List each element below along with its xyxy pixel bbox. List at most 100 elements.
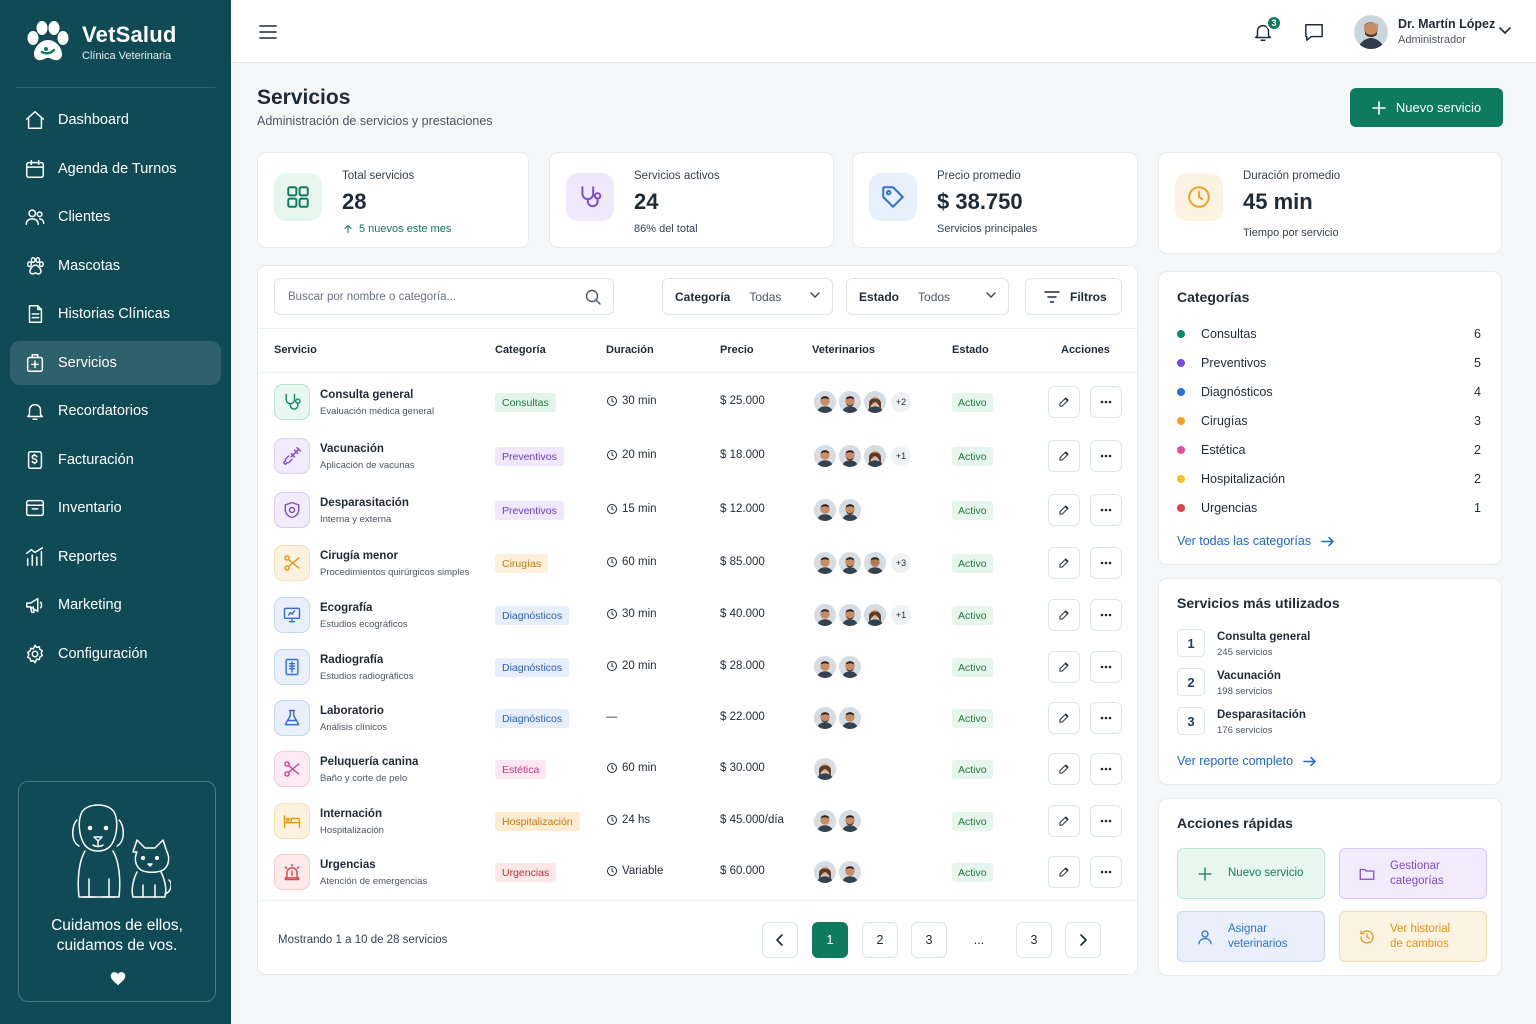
new-service-button[interactable]: Nuevo servicio bbox=[1350, 88, 1503, 127]
search-input[interactable]: Buscar por nombre o categoría... bbox=[274, 278, 614, 315]
page-button[interactable]: 1 bbox=[812, 922, 848, 958]
status-badge: Activo bbox=[952, 447, 993, 466]
message-icon[interactable] bbox=[1303, 22, 1325, 42]
status-badge: Activo bbox=[952, 554, 993, 573]
more-options-button[interactable] bbox=[1090, 599, 1122, 631]
table-row[interactable]: Laboratorio Análisis clínicos Diagnóstic… bbox=[258, 692, 1137, 744]
edit-button[interactable] bbox=[1048, 386, 1080, 418]
sidebar-item-configuracion[interactable]: Configuración bbox=[10, 632, 221, 676]
quick-action-button[interactable]: Ver historial de cambios bbox=[1339, 911, 1487, 962]
user-avatar[interactable] bbox=[1354, 15, 1388, 49]
more-options-button[interactable] bbox=[1090, 440, 1122, 472]
edit-button[interactable] bbox=[1048, 440, 1080, 472]
edit-button[interactable] bbox=[1048, 856, 1080, 888]
stat-icon-box bbox=[274, 173, 322, 221]
tag-icon bbox=[882, 186, 904, 208]
divider bbox=[258, 900, 1137, 901]
page-button[interactable]: 3 bbox=[1016, 922, 1052, 958]
table-row[interactable]: Radiografía Estudios radiográficos Diagn… bbox=[258, 641, 1137, 693]
user-name: Dr. Martín López bbox=[1398, 17, 1496, 31]
sidebar-item-recordatorios[interactable]: Recordatorios bbox=[10, 389, 221, 433]
next-page-button[interactable] bbox=[1065, 922, 1101, 958]
page-title: Servicios bbox=[257, 86, 351, 109]
more-options-button[interactable] bbox=[1090, 386, 1122, 418]
edit-button[interactable] bbox=[1048, 702, 1080, 734]
sidebar-item-marketing[interactable]: Marketing bbox=[10, 583, 221, 627]
table-row[interactable]: Internación Hospitalización Hospitalizac… bbox=[258, 795, 1137, 847]
chevron-down-icon[interactable] bbox=[1499, 27, 1511, 35]
more-options-button[interactable] bbox=[1090, 494, 1122, 526]
edit-button[interactable] bbox=[1048, 494, 1080, 526]
more-options-button[interactable] bbox=[1090, 805, 1122, 837]
table-row[interactable]: Desparasitación Interna y externa Preven… bbox=[258, 484, 1137, 536]
filters-button[interactable]: Filtros bbox=[1025, 278, 1122, 315]
promo-card: Cuidamos de ellos, cuidamos de vos. bbox=[18, 781, 216, 1002]
table-row[interactable]: Ecografía Estudios ecográficos Diagnósti… bbox=[258, 589, 1137, 641]
view-all-categories-link[interactable]: Ver todas las categorías bbox=[1177, 534, 1334, 548]
edit-button[interactable] bbox=[1048, 599, 1080, 631]
category-item[interactable]: Diagnósticos 4 bbox=[1177, 382, 1481, 402]
more-options-button[interactable] bbox=[1090, 753, 1122, 785]
table-row[interactable]: Urgencias Atención de emergencias Urgenc… bbox=[258, 846, 1137, 898]
category-count: 3 bbox=[1474, 414, 1481, 428]
table-row[interactable]: Cirugía menor Procedimientos quirúrgicos… bbox=[258, 537, 1137, 589]
sidebar-item-label: Mascotas bbox=[58, 257, 121, 274]
page-button[interactable]: 2 bbox=[862, 922, 898, 958]
status-badge: Activo bbox=[952, 709, 993, 728]
stat-card: Servicios activos 24 86% del total bbox=[549, 152, 834, 248]
more-options-button[interactable] bbox=[1090, 702, 1122, 734]
more-options-button[interactable] bbox=[1090, 856, 1122, 888]
edit-button[interactable] bbox=[1048, 547, 1080, 579]
menu-icon[interactable] bbox=[259, 24, 277, 40]
vet-avatar bbox=[812, 756, 838, 782]
category-item[interactable]: Consultas 6 bbox=[1177, 324, 1481, 344]
edit-button[interactable] bbox=[1048, 753, 1080, 785]
prev-page-button[interactable] bbox=[762, 922, 798, 958]
clock-icon bbox=[607, 763, 617, 773]
category-dot bbox=[1177, 388, 1185, 396]
service-name: Radiografía bbox=[320, 654, 384, 666]
sidebar-item-historias-clinicas[interactable]: Historias Clínicas bbox=[10, 292, 221, 336]
category-item[interactable]: Cirugías 3 bbox=[1177, 411, 1481, 431]
category-item[interactable]: Estética 2 bbox=[1177, 440, 1481, 460]
category-item[interactable]: Hospitalización 2 bbox=[1177, 469, 1481, 489]
pagination-summary: Mostrando 1 a 10 de 28 servicios bbox=[278, 934, 448, 946]
sidebar-item-servicios[interactable]: Servicios bbox=[10, 340, 221, 385]
sidebar-item-mascotas[interactable]: Mascotas bbox=[10, 244, 221, 288]
more-options-button[interactable] bbox=[1090, 547, 1122, 579]
status-filter[interactable]: Estado Todos bbox=[846, 278, 1009, 315]
full-report-link[interactable]: Ver reporte completo bbox=[1177, 754, 1316, 768]
more-options-button[interactable] bbox=[1090, 651, 1122, 683]
table-row[interactable]: Vacunación Aplicación de vacunas Prevent… bbox=[258, 430, 1137, 482]
plus-icon bbox=[1372, 100, 1386, 115]
sidebar-item-label: Clientes bbox=[58, 209, 111, 225]
brand-logo[interactable]: VetSalud Clínica Veterinaria bbox=[24, 20, 177, 64]
sidebar-item-agenda-de-turnos[interactable]: Agenda de Turnos bbox=[10, 147, 221, 191]
page-button[interactable]: 3 bbox=[911, 922, 947, 958]
notification-badge: 3 bbox=[1266, 15, 1282, 31]
quick-action-button[interactable]: Nuevo servicio bbox=[1177, 848, 1325, 899]
edit-button[interactable] bbox=[1048, 805, 1080, 837]
stat-note-text: Tiempo por servicio bbox=[1243, 227, 1339, 239]
scissors-icon bbox=[284, 555, 300, 571]
more-icon bbox=[1100, 400, 1112, 404]
sidebar-item-label: Facturación bbox=[58, 451, 134, 468]
edit-button[interactable] bbox=[1048, 651, 1080, 683]
quick-action-button[interactable]: Gestionar categorías bbox=[1339, 848, 1487, 899]
category-item[interactable]: Urgencias 1 bbox=[1177, 498, 1481, 518]
sidebar-item-inventario[interactable]: Inventario bbox=[10, 486, 221, 530]
category-item[interactable]: Preventivos 5 bbox=[1177, 353, 1481, 373]
service-name: Consulta general bbox=[320, 389, 414, 401]
sidebar-item-clientes[interactable]: Clientes bbox=[10, 195, 221, 239]
sidebar-item-reportes[interactable]: Reportes bbox=[10, 535, 221, 579]
table-row[interactable]: Peluquería canina Baño y corte de pelo E… bbox=[258, 743, 1137, 795]
sidebar-item-dashboard[interactable]: Dashboard bbox=[10, 98, 221, 142]
divider bbox=[258, 372, 1137, 373]
status-badge: Activo bbox=[952, 606, 993, 625]
table-row[interactable]: Consulta general Evaluación médica gener… bbox=[258, 376, 1137, 428]
category-filter[interactable]: Categoría Todas bbox=[662, 278, 833, 315]
sidebar-item-facturacion[interactable]: Facturación bbox=[10, 438, 221, 482]
brand-subtitle: Clínica Veterinaria bbox=[82, 50, 172, 62]
edit-icon bbox=[1059, 764, 1069, 774]
quick-action-button[interactable]: Asignar veterinarios bbox=[1177, 911, 1325, 962]
